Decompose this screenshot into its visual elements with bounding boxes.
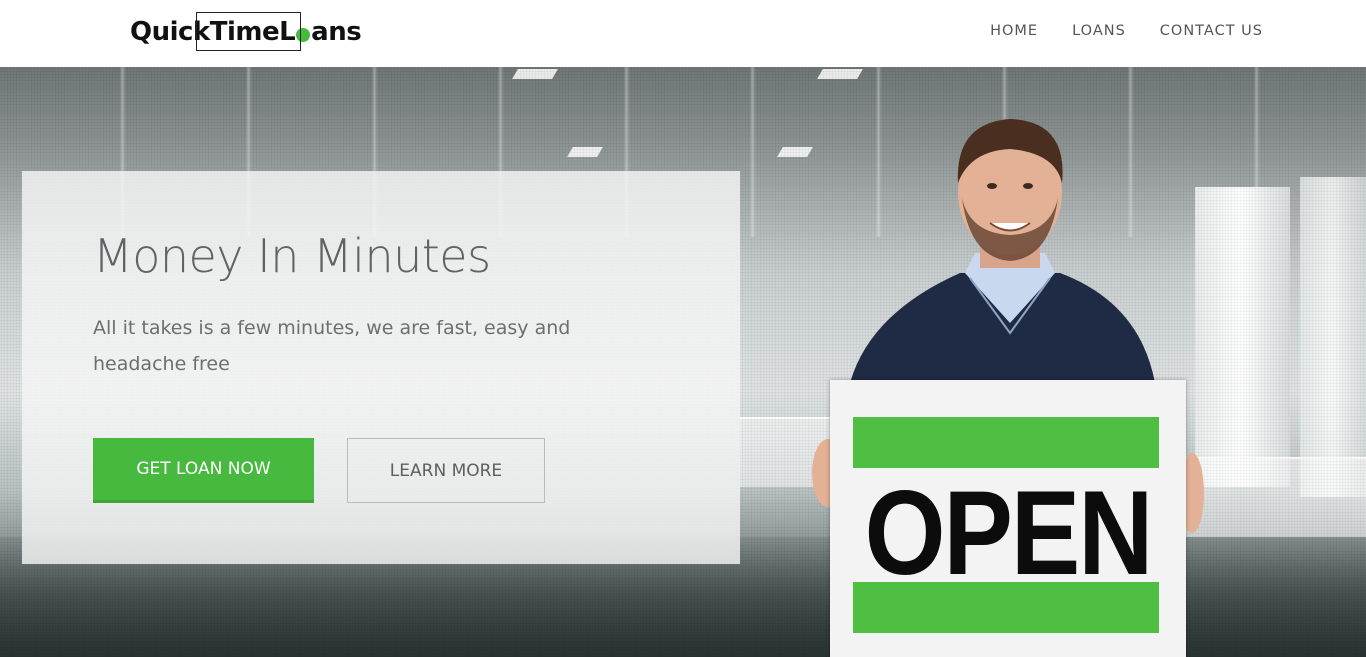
sign-bottom-stripe xyxy=(853,582,1159,633)
sign-top-stripe xyxy=(853,417,1159,468)
main-nav: HOME LOANS CONTACT US xyxy=(990,23,1263,39)
nav-loans[interactable]: LOANS xyxy=(1072,23,1126,39)
green-dot-icon xyxy=(296,28,311,42)
hero-panel: Money In Minutes All it takes is a few m… xyxy=(22,171,740,564)
logo-text-part1: QuickTimeL xyxy=(130,17,296,47)
nav-contact-us[interactable]: CONTACT US xyxy=(1160,23,1263,39)
hero-title: Money In Minutes xyxy=(93,229,491,283)
learn-more-button[interactable]: LEARN MORE xyxy=(347,438,545,503)
get-loan-now-button[interactable]: GET LOAN NOW xyxy=(93,438,314,503)
logo[interactable]: QuickTimeL ans xyxy=(130,12,362,52)
logo-text-part2: ans xyxy=(311,17,362,47)
site-header: QuickTimeL ans HOME LOANS CONTACT US xyxy=(0,0,1366,67)
nav-home[interactable]: HOME xyxy=(990,23,1038,39)
open-sign: OPEN xyxy=(830,380,1186,657)
hero-subtitle: All it takes is a few minutes, we are fa… xyxy=(93,317,571,375)
hero-section: OPEN Money In Minutes All it takes is a … xyxy=(0,67,1366,657)
